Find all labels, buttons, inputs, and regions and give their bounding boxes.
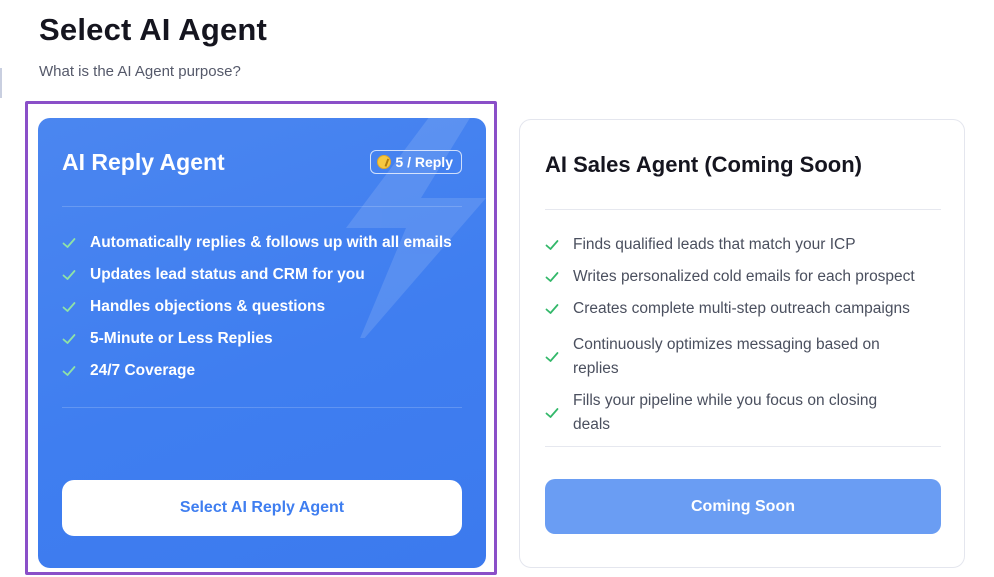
card-title: AI Sales Agent (Coming Soon) (545, 152, 862, 177)
feature-item: Handles objections & questions (62, 296, 452, 328)
coin-icon (377, 155, 392, 169)
feature-item: Creates complete multi-step outreach cam… (545, 297, 918, 329)
feature-text: 5-Minute or Less Replies (90, 330, 273, 347)
feature-item: Finds qualified leads that match your IC… (545, 233, 918, 265)
divider (62, 206, 462, 207)
feature-text: Creates complete multi-step outreach cam… (573, 300, 910, 317)
divider (62, 407, 462, 408)
check-icon (545, 272, 559, 282)
card-title: AI Reply Agent (62, 149, 225, 175)
price-label: 5 / Reply (395, 154, 453, 170)
feature-text: Updates lead status and CRM for you (90, 266, 365, 283)
feature-item: Continuously optimizes messaging based o… (545, 329, 918, 385)
feature-item: Updates lead status and CRM for you (62, 264, 452, 296)
check-icon (62, 270, 76, 280)
check-icon (62, 302, 76, 312)
select-ai-reply-agent-button[interactable]: Select AI Reply Agent (62, 480, 462, 536)
feature-text: Continuously optimizes messaging based o… (573, 336, 880, 377)
check-icon (545, 352, 559, 362)
coming-soon-button: Coming Soon (545, 479, 941, 534)
ai-reply-agent-card[interactable]: AI Reply Agent 5 / Reply Automatically r… (38, 118, 486, 568)
feature-item: Fills your pipeline while you focus on c… (545, 385, 918, 441)
page-title: Select AI Agent (39, 12, 268, 47)
check-icon (62, 334, 76, 344)
check-icon (545, 408, 559, 418)
check-icon (545, 304, 559, 314)
feature-item: Automatically replies & follows up with … (62, 232, 452, 264)
feature-item: Writes personalized cold emails for each… (545, 265, 918, 297)
feature-text: Automatically replies & follows up with … (90, 234, 452, 251)
feature-text: Writes personalized cold emails for each… (573, 268, 915, 285)
feature-list: Automatically replies & follows up with … (62, 232, 452, 392)
feature-item: 5-Minute or Less Replies (62, 328, 452, 360)
edge-marker (0, 68, 2, 98)
check-icon (62, 238, 76, 248)
check-icon (545, 240, 559, 250)
feature-text: Handles objections & questions (90, 298, 326, 315)
feature-text: 24/7 Coverage (90, 362, 196, 379)
ai-sales-agent-card: AI Sales Agent (Coming Soon) Finds quali… (519, 119, 965, 568)
divider (545, 209, 941, 210)
divider (545, 446, 941, 447)
feature-text: Fills your pipeline while you focus on c… (573, 392, 878, 433)
feature-item: 24/7 Coverage (62, 360, 452, 392)
feature-list: Finds qualified leads that match your IC… (545, 233, 918, 441)
check-icon (62, 366, 76, 376)
page-subtitle: What is the AI Agent purpose? (39, 63, 241, 80)
price-badge: 5 / Reply (370, 150, 462, 174)
feature-text: Finds qualified leads that match your IC… (573, 236, 856, 253)
